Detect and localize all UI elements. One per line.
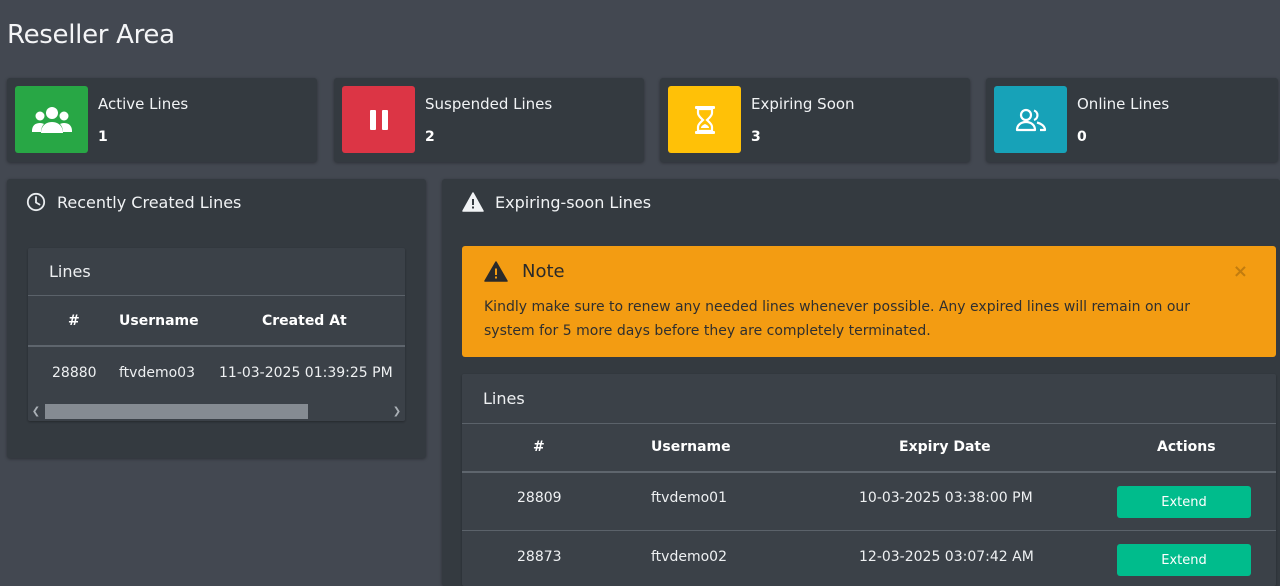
column-header-id: # <box>533 439 545 455</box>
cell-username: ftvdemo01 <box>651 490 727 506</box>
column-header-username: Username <box>651 439 731 455</box>
stat-icon-box <box>342 86 415 153</box>
hourglass-icon <box>694 105 715 134</box>
user-friends-icon <box>1015 108 1046 131</box>
stat-card-active-lines: Active Lines 1 <box>7 78 317 162</box>
stat-card-expiring-soon: Expiring Soon 3 <box>660 78 970 162</box>
cell-username: ftvdemo03 <box>119 365 195 381</box>
warning-icon <box>462 192 484 212</box>
cell-username: ftvdemo02 <box>651 549 727 565</box>
warning-icon <box>484 261 508 282</box>
stat-value: 0 <box>1077 129 1087 145</box>
divider <box>28 345 405 347</box>
column-header-id: # <box>68 313 80 329</box>
stat-value: 2 <box>425 129 435 145</box>
scroll-right-icon[interactable]: ❯ <box>389 403 405 420</box>
recent-lines-header: Recently Created Lines <box>26 192 241 212</box>
stat-label: Online Lines <box>1077 95 1170 113</box>
stat-label: Suspended Lines <box>425 95 553 113</box>
panel-title: Expiring-soon Lines <box>495 192 652 212</box>
column-header-username: Username <box>119 313 199 329</box>
extend-button[interactable]: Extend <box>1117 544 1251 576</box>
divider <box>462 423 1276 424</box>
stat-card-suspended-lines: Suspended Lines 2 <box>334 78 644 162</box>
panel-title: Recently Created Lines <box>57 192 242 212</box>
stat-label: Expiring Soon <box>751 95 855 113</box>
note-alert: Note Kindly make sure to renew any neede… <box>462 246 1276 357</box>
stat-icon-box <box>994 86 1067 153</box>
clock-icon <box>26 192 46 212</box>
cell-expiry-date: 12-03-2025 03:07:42 AM <box>859 549 1034 565</box>
alert-message: Kindly make sure to renew any needed lin… <box>484 299 1191 339</box>
stat-label: Active Lines <box>98 95 189 113</box>
cell-id: 28880 <box>52 365 97 381</box>
card-title: Lines <box>49 262 91 281</box>
expiring-lines-header: Expiring-soon Lines <box>462 192 651 212</box>
cell-id: 28873 <box>517 549 562 565</box>
extend-button[interactable]: Extend <box>1117 486 1251 518</box>
divider <box>462 530 1276 531</box>
column-header-expiry-date: Expiry Date <box>899 439 991 455</box>
alert-heading: Note <box>484 261 565 282</box>
divider <box>28 295 405 296</box>
divider <box>462 471 1276 473</box>
stat-icon-box <box>668 86 741 153</box>
alert-title: Note <box>522 261 565 282</box>
cell-id: 28809 <box>517 490 562 506</box>
stat-value: 3 <box>751 129 761 145</box>
stat-card-online-lines: Online Lines 0 <box>986 78 1278 162</box>
column-header-actions: Actions <box>1157 439 1216 455</box>
scrollbar-thumb[interactable] <box>45 404 308 419</box>
users-icon <box>31 106 72 133</box>
cell-created-at: 11-03-2025 01:39:25 PM <box>219 365 393 381</box>
page-title: Reseller Area <box>7 20 175 50</box>
scroll-left-icon[interactable]: ❮ <box>28 403 44 420</box>
card-title: Lines <box>483 389 525 408</box>
stat-value: 1 <box>98 129 108 145</box>
close-icon[interactable]: × <box>1233 261 1248 282</box>
pause-icon <box>369 109 388 130</box>
column-header-created-at: Created At <box>262 313 347 329</box>
cell-expiry-date: 10-03-2025 03:38:00 PM <box>859 490 1033 506</box>
stat-icon-box <box>15 86 88 153</box>
